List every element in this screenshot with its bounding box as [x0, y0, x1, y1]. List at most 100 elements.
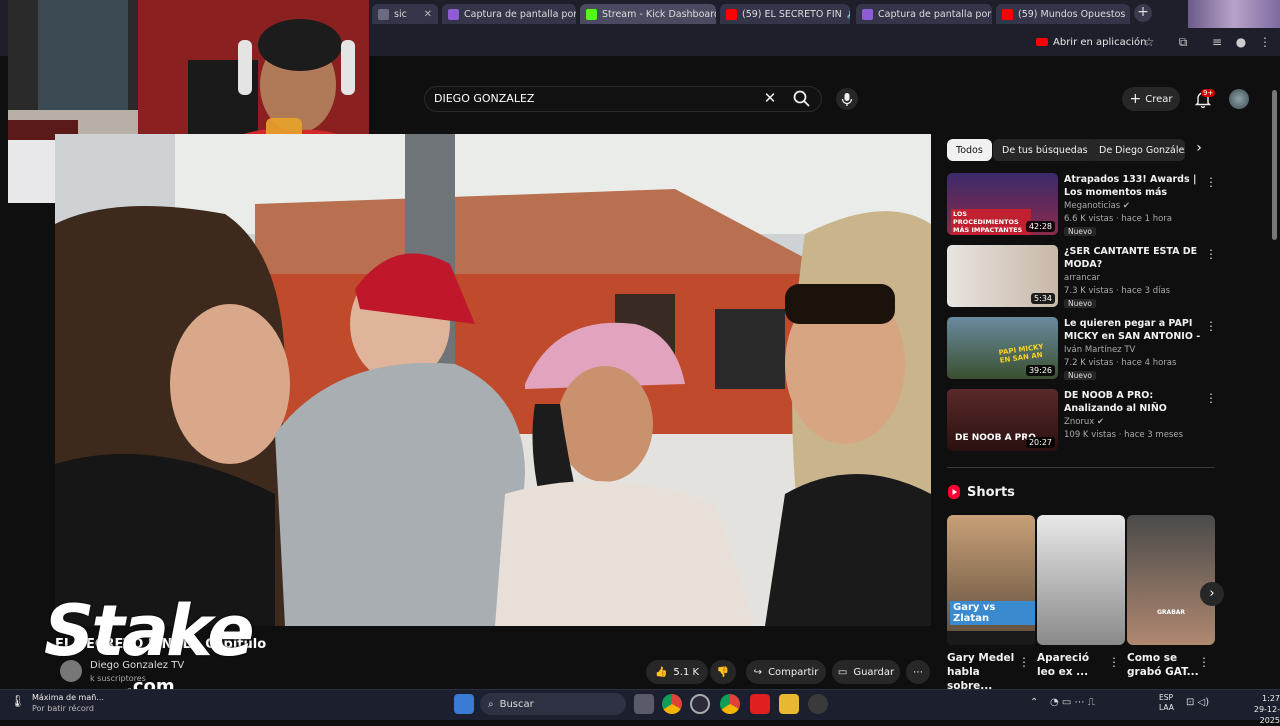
recommended-video[interactable]: 5:34 ¿SER CANTANTE ESTA DE MODA? arranca…	[947, 245, 1217, 309]
dislike-button[interactable]: 👎	[710, 660, 736, 684]
more-vertical-icon[interactable]: ⋮	[1198, 655, 1210, 669]
open-in-app-label: Abrir en aplicación	[1053, 36, 1147, 48]
like-button[interactable]: 👍 5.1 K	[646, 660, 708, 684]
chevron-right-icon[interactable]: ›	[1190, 140, 1208, 160]
chip-label: De Diego González	[1099, 144, 1185, 156]
tab-label: Stream - Kick Dashboard	[602, 8, 716, 20]
browser-tab[interactable]: Captura de pantalla por✕	[442, 4, 576, 24]
tab-label: Captura de pantalla por	[878, 8, 992, 20]
browser-tab[interactable]: (59) Mundos Opuestos✕	[996, 4, 1130, 24]
short-title: Apareció leo ex ...	[1037, 652, 1090, 678]
more-actions-button[interactable]: ⋯	[906, 660, 930, 684]
short-thumbnail[interactable]	[1037, 515, 1125, 645]
save-button[interactable]: ▭ Guardar	[832, 660, 900, 684]
browser-tab-active[interactable]: Stream - Kick Dashboard✕	[580, 4, 716, 24]
recommended-video[interactable]: LOS PROCEDIMIENTOS MÁS IMPACTANTES 42:28…	[947, 173, 1217, 237]
browser-tab[interactable]: (59) EL SECRETO FIN 🔊	[720, 4, 850, 24]
system-clock[interactable]: 1:27 29-12-2025	[1240, 693, 1280, 726]
account-avatar[interactable]	[1229, 89, 1249, 109]
thumbnail-caption: DE NOOB A PRO	[955, 433, 1036, 443]
bookmark-star-icon[interactable]: ☆	[1140, 33, 1158, 51]
chip-from-channel[interactable]: De Diego González	[1090, 139, 1185, 161]
video-thumbnail: DE NOOB A PRO 20:27	[947, 389, 1058, 451]
browser-tab[interactable]: sic ✕	[372, 4, 438, 24]
tab-favicon-icon	[448, 8, 459, 20]
more-vertical-icon[interactable]: ⋮	[1205, 391, 1217, 405]
search-query-text: DIEGO GONZALEZ	[434, 92, 535, 105]
video-duration: 20:27	[1025, 437, 1055, 448]
tab-label: sic	[394, 8, 407, 20]
start-windows-icon[interactable]	[454, 694, 474, 714]
lang-code: ESP	[1159, 693, 1174, 702]
save-label: Guardar	[853, 666, 895, 678]
short-thumbnail[interactable]: GRABAR	[1127, 515, 1215, 645]
weather-widget[interactable]: 🌡 Máxima de mañ... Por batir récord	[8, 692, 108, 718]
shorts-title: Shorts	[967, 484, 1015, 500]
more-vertical-icon[interactable]: ⋮	[1018, 655, 1030, 669]
notification-count-badge: 9+	[1201, 89, 1216, 97]
chrome-icon[interactable]	[662, 694, 682, 714]
chip-todos[interactable]: Todos	[947, 139, 992, 161]
extensions-icon[interactable]: ⧉	[1174, 33, 1192, 51]
youtube-favicon-icon	[726, 8, 737, 20]
more-vertical-icon[interactable]: ⋮	[1205, 319, 1217, 333]
create-button[interactable]: + Crear	[1122, 87, 1180, 111]
tab-label: (59) EL SECRETO FIN	[742, 8, 842, 20]
network-volume-icons[interactable]: ⊡ ◁)	[1186, 697, 1209, 708]
menu-icon[interactable]: ⋮	[1256, 33, 1274, 51]
channel-name-text: Znorux	[1064, 417, 1095, 427]
browser-tab[interactable]: Captura de pantalla por✕	[856, 4, 992, 24]
video-meta: 7.2 K vistas · hace 4 horas	[1064, 358, 1177, 368]
recommended-video[interactable]: PAPI MICKY EN SAN AN 39:26 Le quieren pe…	[947, 317, 1217, 381]
youtube-logo-icon	[1036, 38, 1048, 46]
chevron-right-icon[interactable]: ›	[1200, 582, 1224, 606]
thumbs-up-icon: 👍	[654, 666, 668, 678]
recommended-video[interactable]: DE NOOB A PRO 20:27 DE NOOB A PRO: Anali…	[947, 389, 1217, 453]
file-explorer-icon[interactable]	[779, 694, 799, 714]
tray-icons[interactable]: ◔ ▭ ⋯ ⎍	[1050, 697, 1095, 708]
taskbar-search[interactable]: ⌕ Buscar	[480, 693, 626, 715]
clear-search-icon[interactable]: ✕	[762, 89, 778, 109]
more-vertical-icon[interactable]: ⋮	[1108, 655, 1120, 669]
scrollbar[interactable]	[1272, 90, 1277, 240]
youtube-app-icon[interactable]	[750, 694, 770, 714]
clock-time: 1:27	[1262, 694, 1280, 703]
video-title: Le quieren pegar a PAPI MICKY en SAN ANT…	[1064, 318, 1201, 342]
video-meta: 109 K vistas · hace 3 meses	[1064, 430, 1184, 440]
more-vertical-icon[interactable]: ⋮	[1205, 175, 1217, 189]
channel-name-text: Meganoticias	[1064, 201, 1121, 211]
stake-logo: Stake .com	[44, 590, 264, 700]
video-meta: 7.3 K vistas · hace 3 días	[1064, 286, 1171, 296]
new-tab-button[interactable]: +	[1134, 4, 1152, 22]
chip-label: De tus búsquedas	[1002, 144, 1088, 156]
profile-icon[interactable]: ●	[1232, 33, 1250, 51]
weather-subtitle: Por batir récord	[32, 704, 94, 713]
tab-favicon-icon	[378, 8, 389, 20]
thumbs-down-icon: 👎	[716, 666, 730, 678]
tray-chevron-up-icon[interactable]: ⌃	[1030, 697, 1038, 708]
media-player-icon[interactable]	[808, 694, 828, 714]
chip-from-searches[interactable]: De tus búsquedas	[993, 139, 1097, 161]
share-button[interactable]: ↪ Compartir	[746, 660, 826, 684]
search-icon[interactable]	[792, 89, 812, 109]
verified-check-icon: ✔	[1122, 201, 1130, 211]
obs-icon[interactable]	[690, 694, 710, 714]
reading-list-icon[interactable]: ≡	[1208, 33, 1226, 51]
short-overlay-text: GRABAR	[1157, 609, 1186, 616]
task-view-icon[interactable]	[634, 694, 654, 714]
plus-icon: +	[1129, 91, 1142, 107]
close-icon[interactable]: ✕	[424, 9, 432, 20]
stake-wordmark: Stake	[44, 590, 255, 672]
video-title: ¿SER CANTANTE ESTA DE MODA?	[1064, 246, 1198, 270]
open-in-app-button[interactable]: Abrir en aplicación	[1036, 33, 1146, 51]
chrome-profile-icon[interactable]	[720, 694, 740, 714]
save-playlist-icon: ▭	[837, 666, 848, 678]
section-divider	[947, 467, 1215, 468]
more-vertical-icon[interactable]: ⋮	[1205, 247, 1217, 261]
short-thumbnail[interactable]: Gary vs Zlatan	[947, 515, 1035, 645]
microphone-icon[interactable]	[836, 88, 858, 110]
mute-icon[interactable]: 🔊	[847, 9, 850, 20]
language-indicator[interactable]: ESP LAA	[1159, 693, 1174, 713]
video-player[interactable]	[55, 134, 931, 626]
new-badge: Nuevo	[1064, 299, 1097, 308]
